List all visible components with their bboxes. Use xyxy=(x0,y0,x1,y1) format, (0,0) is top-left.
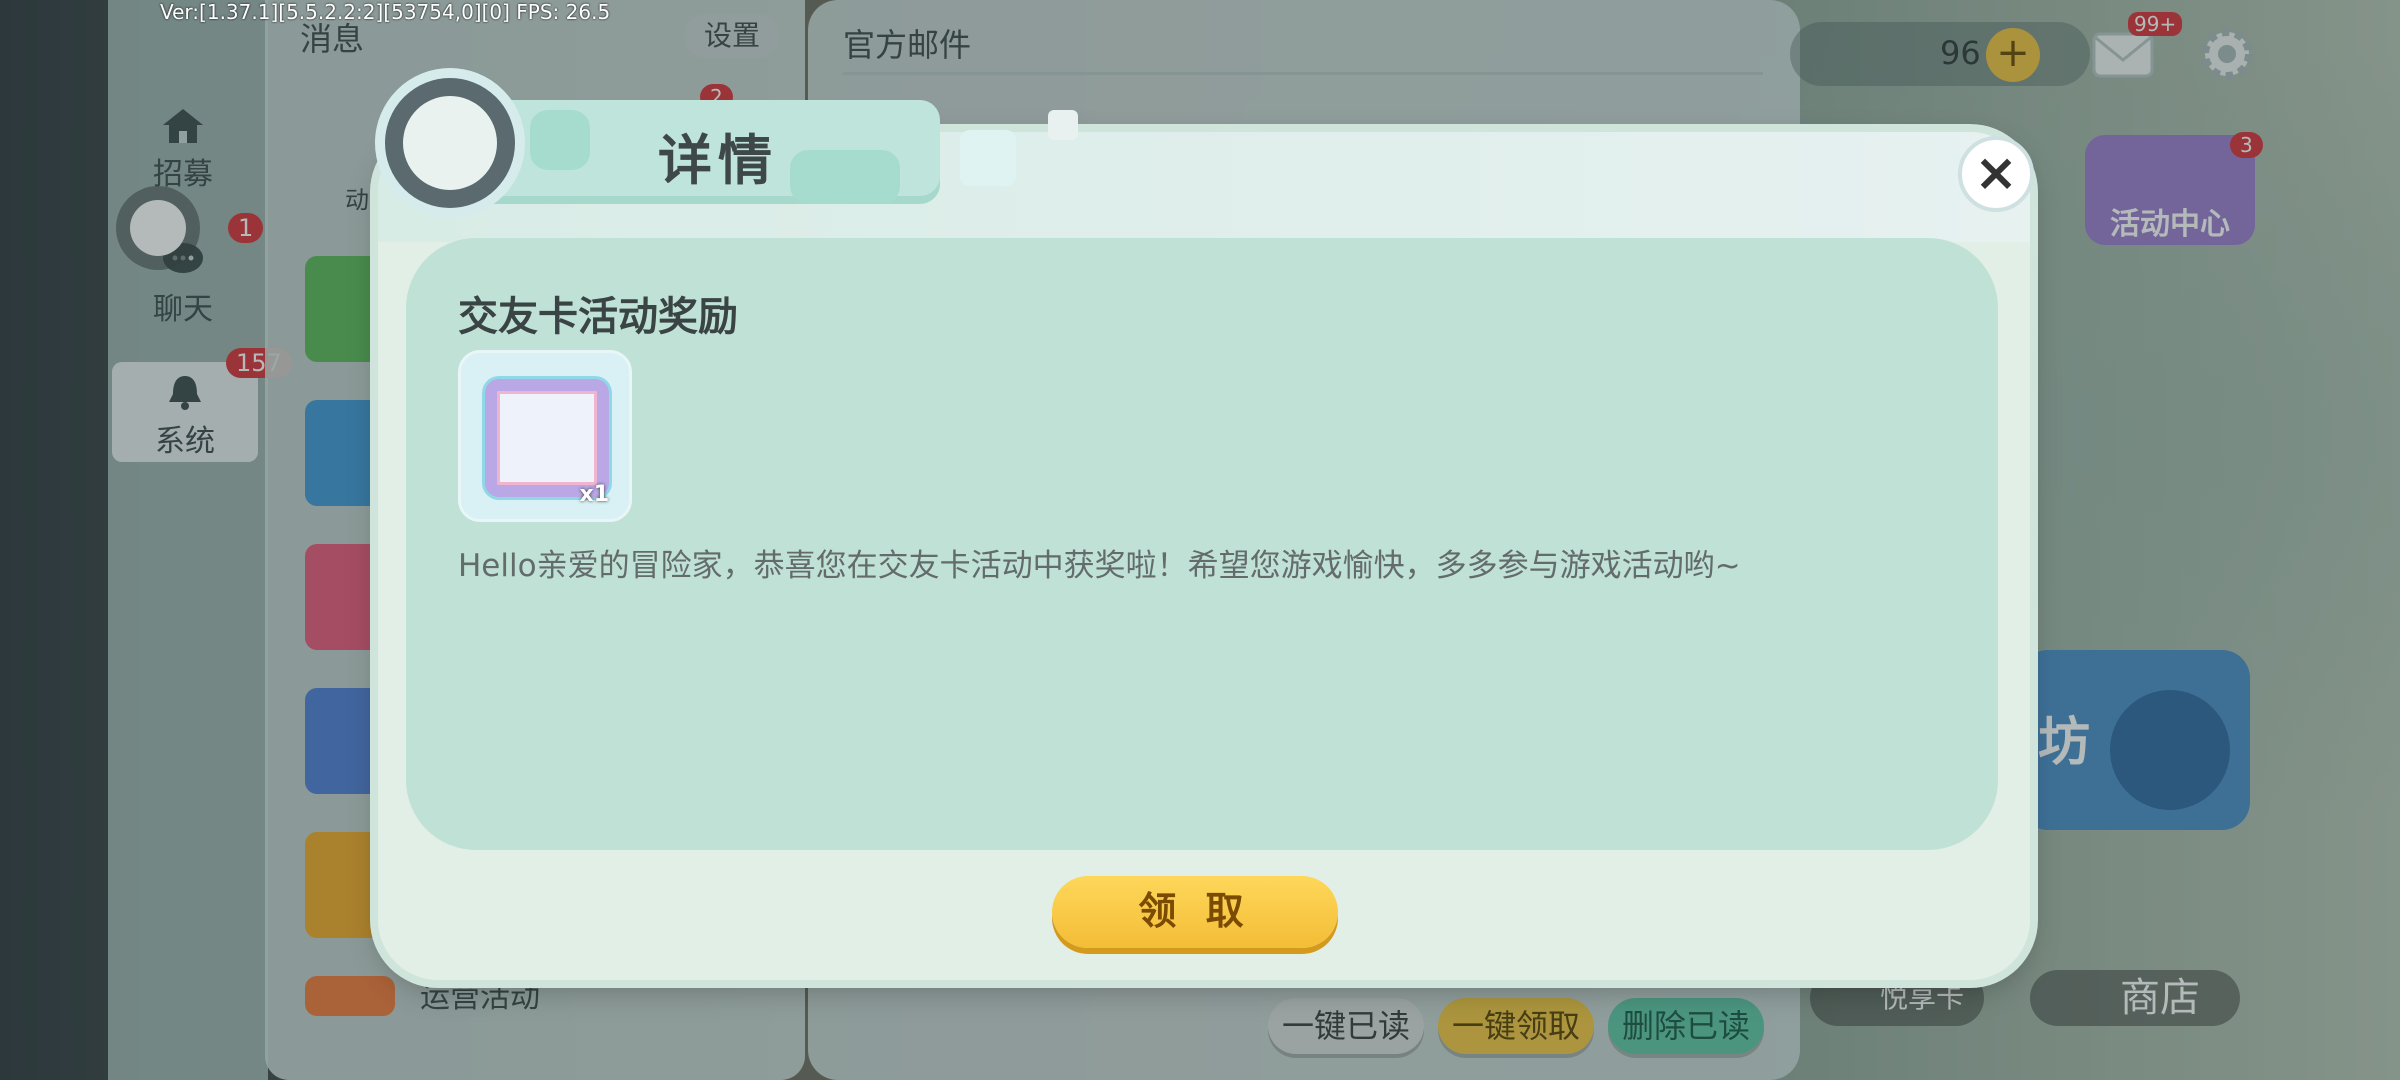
debug-version-text: Ver:[1.37.1][5.5.2.2:2][53754,0][0] FPS:… xyxy=(160,0,611,24)
modal-title: 详情 xyxy=(658,129,778,192)
claim-button[interactable]: 领 取 xyxy=(1052,876,1338,948)
mascot-avatar xyxy=(375,68,525,218)
deco-blob xyxy=(790,150,900,204)
deco-blob xyxy=(530,110,590,170)
reward-quantity: x1 xyxy=(579,482,610,507)
mascot-face-icon xyxy=(403,96,497,190)
reward-item[interactable]: x1 xyxy=(458,350,632,522)
close-button[interactable]: × xyxy=(1958,136,2034,212)
avatar-frame-icon xyxy=(485,379,609,497)
reward-title: 交友卡活动奖励 xyxy=(458,294,738,340)
mail-body-text: Hello亲爱的冒险家，恭喜您在交友卡活动中获奖啦！希望您游戏愉快，多多参与游戏… xyxy=(458,548,1741,584)
mail-detail-content: 交友卡活动奖励 x1 Hello亲爱的冒险家，恭喜您在交友卡活动中获奖啦！希望您… xyxy=(406,238,1998,850)
deco-square xyxy=(1048,110,1078,140)
deco-square xyxy=(960,130,1016,186)
